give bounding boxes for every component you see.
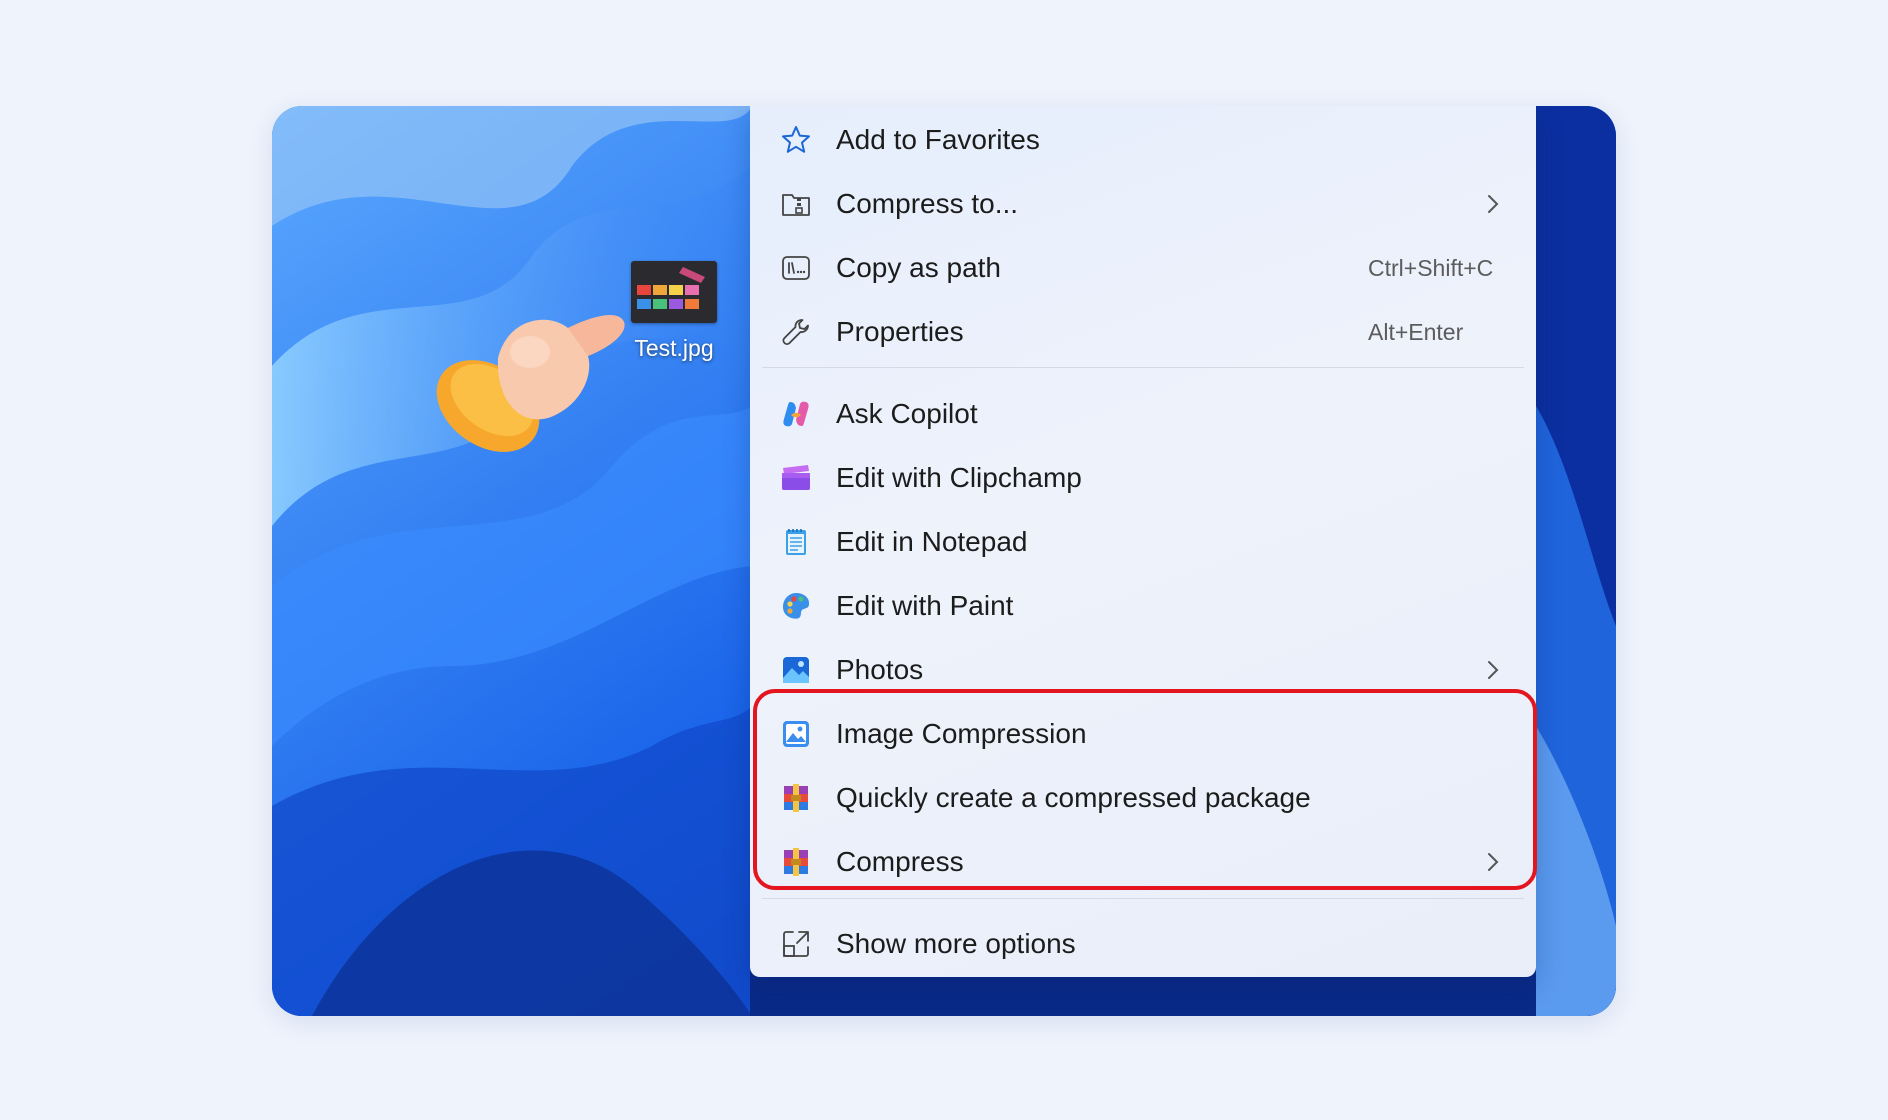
menu-item-label: Copy as path [836,252,1001,283]
copy-path-icon [782,256,810,280]
menu-item-add-to-favorites[interactable]: Add to Favorites [750,108,1536,172]
desktop-file-label: Test.jpg [634,335,714,361]
menu-item-label: Edit with Clipchamp [836,462,1082,493]
keyboard-shortcut: Alt+Enter [1368,318,1464,345]
menu-item-copy-as-path[interactable]: Copy as path Ctrl+Shift+C [750,236,1536,300]
paint-icon [783,593,810,619]
star-icon [782,126,810,153]
menu-item-compress-to[interactable]: Compress to... [750,172,1536,236]
copilot-icon [783,401,809,427]
image-thumbnail-icon [631,261,717,323]
keyboard-shortcut: Ctrl+Shift+C [1368,254,1494,281]
clipchamp-icon [782,465,810,490]
wrench-icon [782,319,809,346]
chevron-right-icon [1488,195,1499,213]
menu-separator [762,898,1524,899]
menu-item-label: Edit with Paint [836,590,1014,621]
menu-item-edit-with-clipchamp[interactable]: Edit with Clipchamp [750,446,1536,510]
menu-item-label: Show more options [836,928,1076,959]
pointing-hand-icon [436,315,625,452]
expand-icon [783,931,809,957]
chevron-right-icon [1488,661,1499,679]
menu-item-ask-copilot[interactable]: Ask Copilot [750,382,1536,446]
menu-item-label: Photos [836,654,924,685]
menu-separator [762,367,1524,368]
zip-folder-icon [782,194,810,216]
menu-item-edit-with-paint[interactable]: Edit with Paint [750,574,1536,638]
menu-item-label: Edit in Notepad [836,526,1028,557]
menu-item-show-more-options[interactable]: Show more options [750,912,1536,976]
notepad-icon [786,529,806,555]
highlight-box [753,689,1537,890]
photos-icon [783,657,809,683]
menu-item-label: Add to Favorites [836,124,1040,155]
menu-item-label: Compress to... [836,188,1019,219]
menu-item-properties[interactable]: Properties Alt+Enter [750,300,1536,364]
menu-item-edit-in-notepad[interactable]: Edit in Notepad [750,510,1536,574]
desktop-file-test-jpg[interactable]: Test.jpg [624,261,724,362]
menu-item-label: Properties [836,316,964,347]
menu-item-label: Ask Copilot [836,398,978,429]
